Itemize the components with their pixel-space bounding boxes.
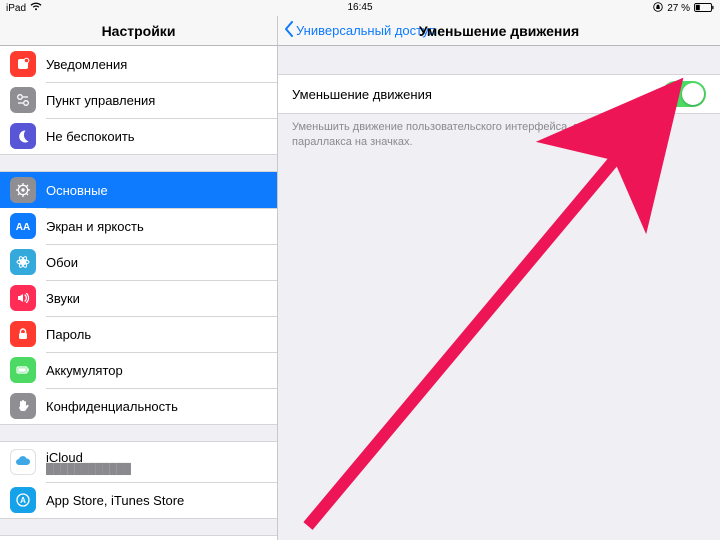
sidebar-item-label: Звуки	[46, 291, 80, 306]
battery-icon	[694, 3, 714, 15]
sidebar-item-sounds[interactable]: Звуки	[0, 280, 277, 316]
speaker-icon	[10, 285, 36, 311]
sidebar-item-icloud[interactable]: iCloud ████████████	[0, 442, 277, 482]
battery-percent: 27 %	[667, 3, 690, 14]
clock: 16:45	[347, 2, 372, 13]
sidebar-item-label: App Store, iTunes Store	[46, 493, 184, 508]
reduce-motion-label: Уменьшение движения	[292, 87, 432, 102]
detail-footer-text: Уменьшить движение пользовательского инт…	[278, 114, 720, 150]
cloud-icon	[10, 449, 36, 475]
sidebar-item-label: Уведомления	[46, 57, 127, 72]
toggle-knob	[682, 83, 704, 105]
detail-group: Уменьшение движения	[278, 74, 720, 114]
chevron-left-icon	[284, 21, 294, 40]
nav-row: Настройки Универсальный доступ Уменьшени…	[0, 16, 720, 46]
sidebar-group-2: iCloud ████████████ A App Store, iTunes …	[0, 441, 277, 519]
device-label: iPad	[6, 3, 26, 14]
reduce-motion-row: Уменьшение движения	[278, 75, 720, 113]
orientation-lock-icon	[653, 2, 663, 15]
battery-icon	[10, 357, 36, 383]
sidebar-item-mail[interactable]: Почта, адреса, календари	[0, 536, 277, 540]
detail-pane: Уменьшение движения Уменьшить движение п…	[278, 46, 720, 540]
hand-icon	[10, 393, 36, 419]
gear-icon	[10, 177, 36, 203]
back-label: Универсальный доступ	[296, 23, 436, 38]
sidebar-item-display[interactable]: AA Экран и яркость	[0, 208, 277, 244]
reduce-motion-toggle[interactable]	[662, 81, 706, 107]
wallpaper-icon	[10, 249, 36, 275]
sidebar-item-label: Основные	[46, 183, 108, 198]
sidebar-item-passcode[interactable]: Пароль	[0, 316, 277, 352]
sidebar-item-label: Конфиденциальность	[46, 399, 178, 414]
svg-text:AA: AA	[16, 222, 30, 233]
sidebar-item-dnd[interactable]: Не беспокоить	[0, 118, 277, 154]
sidebar-item-label: Пункт управления	[46, 93, 155, 108]
sidebar-group-0: Уведомления Пункт управления Не беспокои…	[0, 46, 277, 155]
sidebar-item-label: Аккумулятор	[46, 363, 123, 378]
display-icon: AA	[10, 213, 36, 239]
sidebar-item-notifications[interactable]: Уведомления	[0, 46, 277, 82]
svg-text:A: A	[20, 496, 26, 505]
control-center-icon	[10, 87, 36, 113]
icloud-account-sub: ████████████	[46, 465, 131, 475]
sidebar-item-privacy[interactable]: Конфиденциальность	[0, 388, 277, 424]
sidebar-item-general[interactable]: Основные	[0, 172, 277, 208]
sidebar-group-3: Почта, адреса, календари	[0, 535, 277, 540]
back-button[interactable]: Универсальный доступ	[284, 21, 436, 40]
sidebar-item-battery[interactable]: Аккумулятор	[0, 352, 277, 388]
notifications-icon	[10, 51, 36, 77]
status-bar: iPad 16:45 27 %	[0, 0, 720, 16]
sidebar-item-wallpaper[interactable]: Обои	[0, 244, 277, 280]
sidebar-item-label: Экран и яркость	[46, 219, 144, 234]
lock-icon	[10, 321, 36, 347]
sidebar-item-label: Обои	[46, 255, 78, 270]
sidebar-title: Настройки	[102, 23, 176, 39]
sidebar-group-1: Основные AA Экран и яркость Обои Звуки П…	[0, 171, 277, 425]
sidebar-item-appstore[interactable]: A App Store, iTunes Store	[0, 482, 277, 518]
detail-title: Уменьшение движения	[419, 23, 579, 39]
sidebar-item-label: Пароль	[46, 327, 91, 342]
sidebar-navbar: Настройки	[0, 16, 278, 46]
detail-navbar: Универсальный доступ Уменьшение движения	[278, 16, 720, 46]
moon-icon	[10, 123, 36, 149]
wifi-icon	[30, 2, 42, 14]
sidebar-item-control-center[interactable]: Пункт управления	[0, 82, 277, 118]
sidebar[interactable]: Уведомления Пункт управления Не беспокои…	[0, 46, 278, 540]
sidebar-item-label: iCloud	[46, 450, 131, 465]
sidebar-item-label: Не беспокоить	[46, 129, 135, 144]
appstore-icon: A	[10, 487, 36, 513]
